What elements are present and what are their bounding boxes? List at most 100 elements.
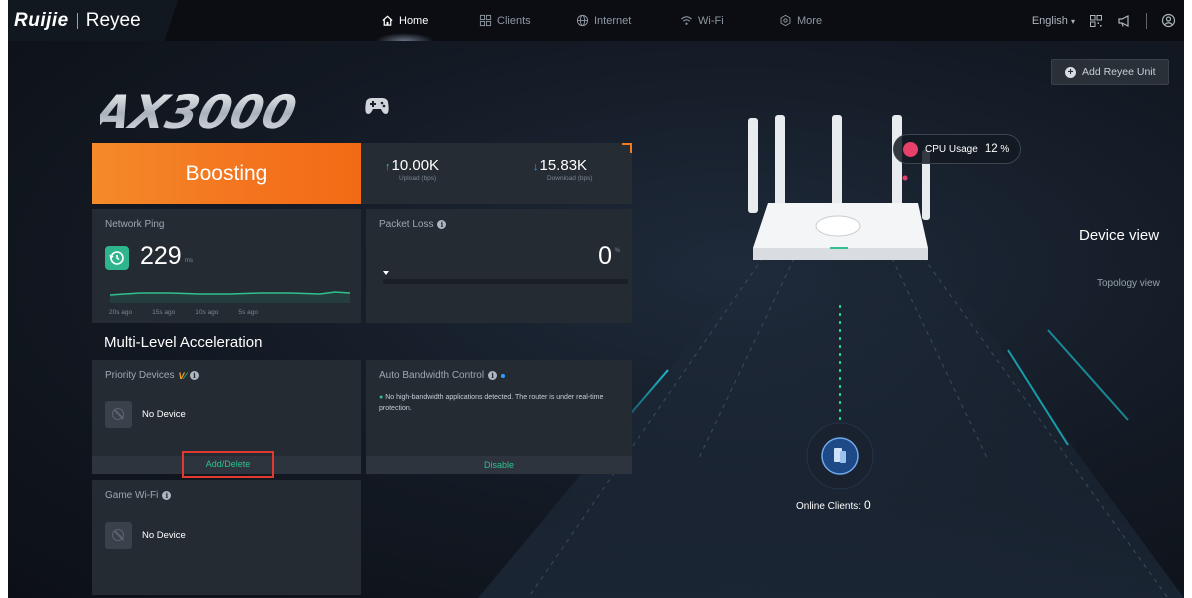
add-delete-button[interactable]: Add/Delete: [182, 451, 274, 478]
gamepad-icon: [365, 98, 389, 114]
nav-wifi-label: Wi-Fi: [698, 14, 724, 27]
info-icon[interactable]: i: [162, 491, 172, 500]
nav-more-label: More: [797, 14, 823, 27]
online-clients-label: Online Clients:: [796, 501, 862, 512]
cpu-usage-unit: %: [1000, 144, 1010, 155]
traffic-card: ↑10.00K Upload (bps) ↓15.83K Download (b…: [361, 143, 632, 204]
nav-internet[interactable]: Internet: [576, 0, 631, 41]
download-value: 15.83K: [539, 157, 588, 174]
top-right-tools: English ▾: [1032, 0, 1176, 41]
ping-clock-icon: [105, 246, 129, 270]
info-icon[interactable]: i: [437, 220, 447, 229]
section-title: Multi-Level Acceleration: [104, 334, 263, 351]
ping-sparkline: [110, 291, 350, 303]
wifi-icon: [681, 16, 692, 25]
language-caret: ▾: [1070, 16, 1075, 26]
priority-devices-title: Priority Devices V⁄ i: [105, 370, 199, 381]
top-navigation-bar: Ruijie Reyee Home Clients Internet Wi-Fi…: [8, 0, 1184, 41]
boosting-button[interactable]: Boosting: [92, 143, 361, 204]
online-clients-count: 0: [864, 498, 871, 512]
ping-unit: ms: [185, 258, 193, 264]
glow-streak: [1047, 329, 1129, 421]
logo-divider: [76, 12, 78, 29]
globe-icon: [576, 14, 589, 27]
download-stat: ↓15.83K Download (bps): [533, 157, 593, 182]
home-icon: [382, 15, 393, 26]
download-arrow-icon: ↓: [533, 161, 539, 173]
status-bullet: ●: [379, 394, 384, 401]
upload-arrow-icon: ↑: [385, 161, 391, 173]
upload-label: Upload (bps): [399, 175, 437, 182]
ping-axis-label: 5s ago: [238, 309, 258, 316]
download-label: Download (bps): [547, 175, 593, 182]
nav-wifi[interactable]: Wi-Fi: [680, 0, 724, 41]
boosting-label: Boosting: [185, 161, 268, 185]
game-wifi-title: Game Wi-Fi i: [105, 490, 172, 501]
game-wifi-empty-label: No Device: [142, 530, 186, 541]
model-logo: AX3000: [100, 87, 389, 136]
disable-button[interactable]: Disable: [366, 456, 632, 474]
nav-home[interactable]: Home: [374, 0, 435, 41]
topology-view-tab[interactable]: Topology view: [1097, 278, 1160, 289]
clients-icon: [479, 14, 492, 27]
ping-axis-label: 15s ago: [152, 309, 176, 316]
packet-loss-title: Packet Loss i: [379, 219, 447, 230]
model-logo-text: AX3000: [100, 87, 301, 136]
megaphone-icon[interactable]: [1117, 14, 1132, 28]
account-icon[interactable]: [1161, 13, 1176, 28]
network-ping-card: Network Ping 229 ms 20s ago 15s ago 10s …: [92, 209, 361, 323]
upload-stat: ↑10.00K Upload (bps): [385, 157, 439, 182]
nav-more[interactable]: More: [779, 0, 822, 41]
brand-logo[interactable]: Ruijie Reyee: [8, 0, 178, 41]
brand-logo-reyee: Reyee: [85, 9, 141, 31]
language-label: English: [1031, 14, 1068, 27]
cpu-icon: [903, 141, 918, 157]
game-wifi-title-text: Game Wi-Fi: [105, 490, 159, 501]
clients-node: [806, 422, 874, 490]
packet-loss-unit: %: [614, 248, 620, 254]
language-selector[interactable]: English ▾: [1032, 15, 1075, 27]
app-window: Ruijie Reyee Home Clients Internet Wi-Fi…: [8, 0, 1184, 598]
packet-loss-card: Packet Loss i 0 %: [366, 209, 632, 323]
no-device-icon: [105, 522, 132, 549]
info-icon[interactable]: i: [488, 371, 498, 380]
ping-axis-label: 10s ago: [195, 309, 219, 316]
cpu-usage-value: 12: [984, 143, 998, 155]
nav-clients-label: Clients: [497, 14, 531, 27]
auto-bandwidth-message: ● No high-bandwidth applications detecte…: [379, 392, 629, 414]
auto-bandwidth-title: Auto Bandwidth Control i: [379, 370, 506, 381]
network-ping-title: Network Ping: [105, 219, 164, 230]
qr-code-icon[interactable]: [1089, 14, 1103, 28]
auto-bandwidth-message-text: No high-bandwidth applications detected.…: [379, 394, 604, 412]
network-ping-title-text: Network Ping: [105, 219, 165, 230]
ping-time-axis: 20s ago 15s ago 10s ago 5s ago: [109, 309, 258, 316]
info-icon[interactable]: i: [190, 371, 199, 380]
auto-bandwidth-card: Auto Bandwidth Control i ● No high-bandw…: [366, 360, 632, 474]
add-reyee-unit-label: Add Reyee Unit: [1082, 66, 1156, 78]
priority-empty-label: No Device: [142, 409, 186, 420]
add-icon: +: [1065, 66, 1076, 78]
cpu-usage-badge: CPU Usage 12 %: [893, 134, 1021, 164]
packet-loss-bar: [383, 279, 628, 284]
auto-bandwidth-title-text: Auto Bandwidth Control: [379, 370, 485, 381]
settings-icon: [780, 14, 791, 27]
packet-loss-value: 0: [598, 242, 612, 270]
priority-empty-state: No Device: [105, 401, 186, 428]
nav-internet-label: Internet: [594, 14, 632, 27]
ping-value: 229: [140, 242, 182, 270]
no-device-icon: [105, 401, 132, 428]
device-view-tab[interactable]: Device view: [1079, 227, 1159, 244]
vip-badge-icon: V⁄: [178, 370, 186, 381]
packet-loss-marker: [383, 271, 389, 275]
ping-axis-label: 20s ago: [109, 309, 133, 316]
nav-home-label: Home: [399, 14, 429, 27]
nav-clients[interactable]: Clients: [479, 0, 531, 41]
status-dot: [501, 373, 506, 378]
brand-logo-ruijie: Ruijie: [14, 9, 69, 31]
add-reyee-unit-button[interactable]: + Add Reyee Unit: [1051, 59, 1169, 85]
game-wifi-card: Game Wi-Fi i No Device: [92, 480, 361, 595]
priority-devices-title-text: Priority Devices: [105, 370, 175, 381]
online-clients[interactable]: Online Clients: 0: [796, 498, 871, 512]
packet-loss-title-text: Packet Loss: [379, 219, 434, 230]
game-wifi-empty-state: No Device: [105, 522, 186, 549]
